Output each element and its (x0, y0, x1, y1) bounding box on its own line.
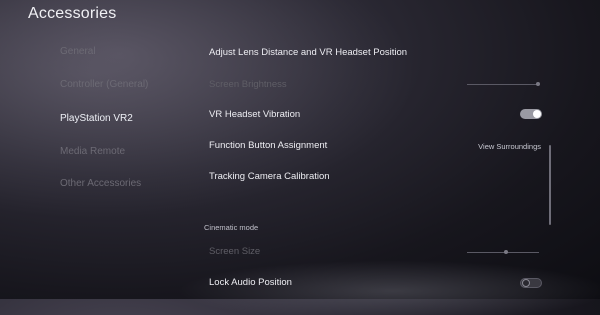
lock-audio-position-label: Lock Audio Position (209, 277, 292, 288)
vr-headset-vibration-label: VR Headset Vibration (209, 109, 301, 120)
sidebar-item-general[interactable]: General (60, 46, 96, 57)
sidebar-item-media-remote[interactable]: Media Remote (60, 146, 125, 157)
tracking-camera-calibration-item[interactable]: Tracking Camera Calibration (209, 171, 330, 182)
screen-size-slider-knob[interactable] (504, 250, 508, 254)
sidebar-item-controller-general[interactable]: Controller (General) (60, 79, 148, 90)
screen-brightness-label: Screen Brightness (209, 79, 287, 90)
screen-brightness-slider[interactable] (467, 84, 539, 85)
lock-audio-position-toggle[interactable] (520, 278, 542, 288)
screen-size-label: Screen Size (209, 246, 261, 257)
sidebar-item-other-accessories[interactable]: Other Accessories (60, 178, 141, 189)
function-button-assignment-value[interactable]: View Surroundings (478, 142, 541, 151)
toggle-knob (522, 279, 530, 287)
screen-size-slider[interactable] (467, 252, 539, 253)
page-title: Accessories (28, 5, 117, 22)
vr-headset-vibration-toggle[interactable] (520, 109, 542, 119)
scrollbar[interactable] (549, 145, 551, 225)
toggle-knob (533, 110, 541, 118)
screen-brightness-slider-knob[interactable] (536, 82, 540, 86)
adjust-lens-distance-item[interactable]: Adjust Lens Distance and VR Headset Posi… (209, 47, 407, 58)
function-button-assignment-label: Function Button Assignment (209, 140, 328, 151)
cinematic-mode-header: Cinematic mode (204, 223, 259, 232)
sidebar-item-playstation-vr2[interactable]: PlayStation VR2 (60, 113, 133, 124)
